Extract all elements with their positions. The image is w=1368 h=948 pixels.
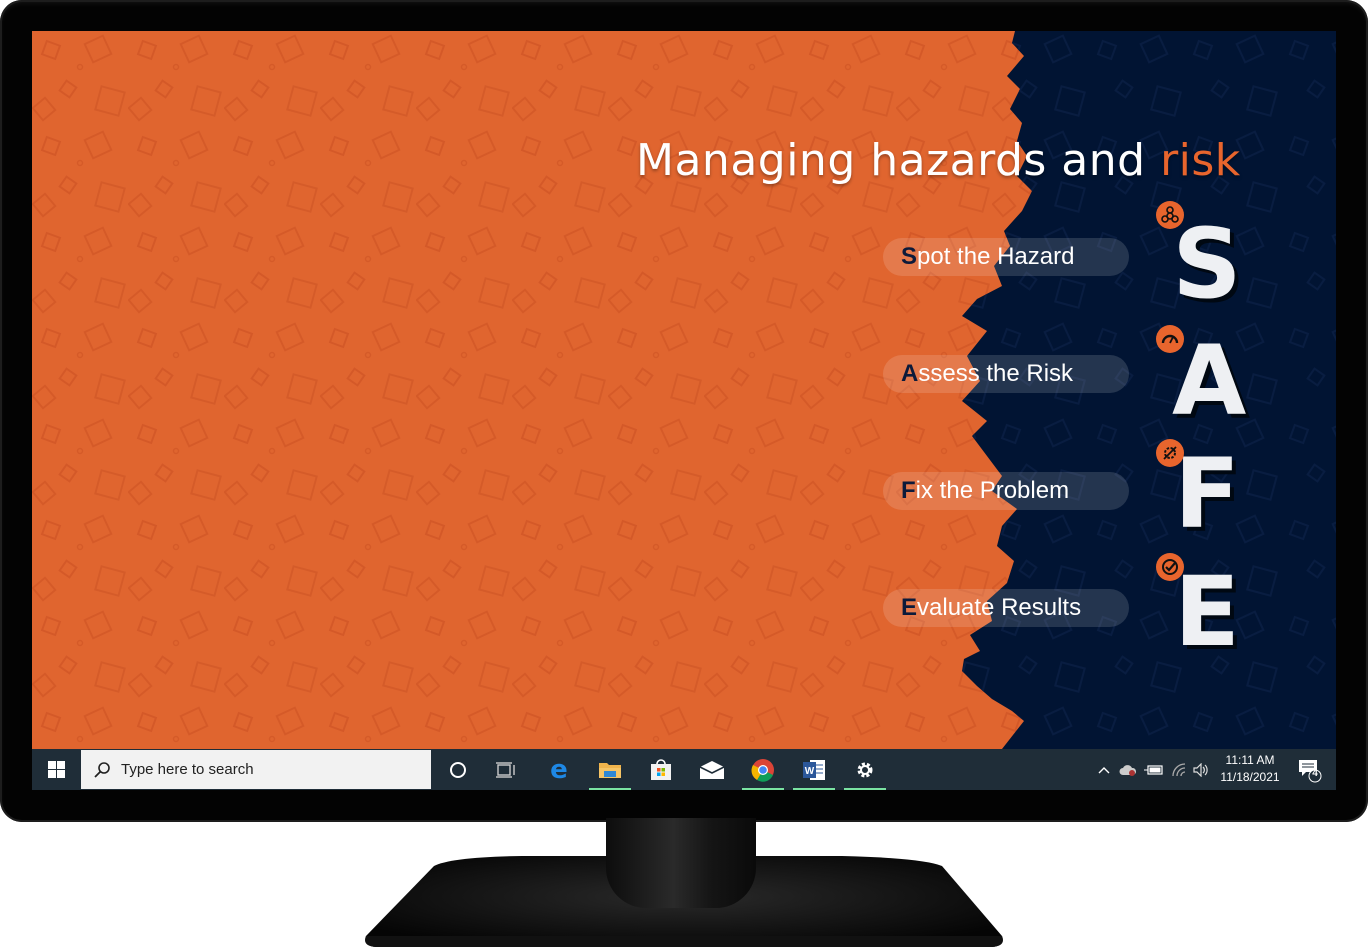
wifi-icon [1172, 762, 1186, 776]
running-indicator [793, 788, 835, 790]
step-pill-assess: Assess the Risk [883, 355, 1129, 393]
action-center-button[interactable]: 4 [1294, 749, 1326, 790]
step-pill-evaluate: Evaluate Results [883, 589, 1129, 627]
gear-icon [857, 762, 873, 777]
chrome-icon [751, 758, 774, 782]
safe-letter-f: F [1174, 438, 1240, 550]
mail-button[interactable] [687, 749, 737, 790]
network-tray-button[interactable] [1168, 749, 1190, 790]
clock-date: 11/18/2021 [1220, 770, 1280, 784]
taskbar-clock[interactable]: 11:11 AM 11/18/2021 [1208, 752, 1292, 786]
monitor-stand-neck [606, 818, 756, 908]
show-hidden-icons-button[interactable] [1094, 749, 1114, 790]
notification-count-badge: 4 [1312, 768, 1318, 779]
windows-logo-icon [47, 761, 65, 778]
cloud-icon [1119, 764, 1137, 776]
task-view-icon [496, 761, 515, 778]
speaker-icon [1193, 762, 1208, 777]
title-accent-word: risk [1160, 135, 1241, 186]
task-view-button[interactable] [482, 749, 530, 790]
running-indicator [742, 788, 784, 790]
desktop-screen: Managing hazards and risk Spot the Hazar… [32, 31, 1336, 790]
safe-letter-e: E [1174, 556, 1240, 668]
step-pill-spot: Spot the Hazard [883, 238, 1129, 276]
gauge-icon [1156, 325, 1184, 353]
word-icon: W [803, 759, 825, 780]
clock-time: 11:11 AM [1225, 753, 1275, 767]
word-button[interactable]: W [789, 749, 839, 790]
windows-taskbar: Type here to search e W 11:11 AM 11/18/2… [32, 749, 1336, 790]
running-indicator [844, 788, 886, 790]
check-circle-icon [1156, 553, 1184, 581]
onedrive-tray-button[interactable] [1116, 749, 1140, 790]
folder-icon [599, 762, 621, 778]
safe-letter-a: A [1172, 325, 1247, 437]
cortana-circle-icon [450, 761, 466, 778]
running-indicator [589, 788, 631, 790]
mail-envelope-icon [699, 760, 725, 779]
start-button[interactable] [32, 749, 80, 790]
wallpaper-title: Managing hazards and risk [636, 135, 1241, 186]
search-placeholder: Type here to search [121, 761, 254, 778]
file-explorer-button[interactable] [585, 749, 635, 790]
biohazard-icon [1156, 201, 1184, 229]
chevron-up-icon [1098, 766, 1110, 773]
store-button[interactable] [636, 749, 686, 790]
monitor-bezel: Managing hazards and risk Spot the Hazar… [0, 0, 1368, 822]
edge-icon: e [550, 754, 568, 785]
taskbar-search-box[interactable]: Type here to search [81, 750, 431, 789]
edge-button[interactable]: e [534, 749, 584, 790]
search-icon [94, 761, 110, 778]
battery-charging-icon [1144, 764, 1163, 775]
svg-text:W: W [805, 766, 815, 777]
safe-letter-s: S [1172, 208, 1242, 320]
step-pill-fix: Fix the Problem [883, 472, 1129, 510]
cortana-button[interactable] [434, 749, 482, 790]
chrome-button[interactable] [738, 749, 788, 790]
gear-wrench-icon [1156, 439, 1184, 467]
store-bag-icon [651, 758, 671, 780]
battery-tray-button[interactable] [1142, 749, 1166, 790]
settings-button[interactable] [840, 749, 890, 790]
